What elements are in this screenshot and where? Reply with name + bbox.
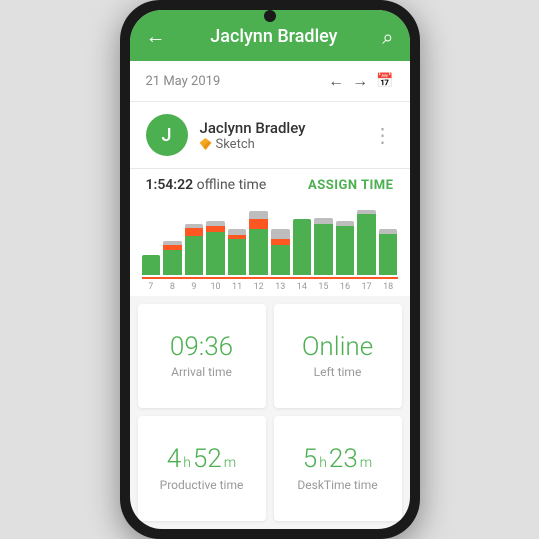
- stats-bar: 1:54:22 offline time ASSIGN TIME: [130, 169, 410, 201]
- user-details: Jaclynn Bradley Sketch: [200, 119, 306, 152]
- bar-group: [163, 210, 182, 275]
- phone-screen: ← Jaclynn Bradley ⌕ 21 May 2019 ← → 📅 J …: [130, 10, 410, 529]
- bar-group: [357, 210, 376, 275]
- chart-label: 18: [379, 282, 398, 292]
- prev-date-button[interactable]: ←: [328, 71, 344, 91]
- back-icon[interactable]: ←: [146, 24, 166, 49]
- chart-label: 13: [271, 282, 290, 292]
- chart-labels: 789101112131415161718: [142, 279, 398, 292]
- bar-group: [206, 210, 225, 275]
- info-card-productive: 4h 52m Productive time: [138, 416, 266, 521]
- bar-group: [271, 210, 290, 275]
- card-minutes-unit-productive: m: [224, 455, 236, 471]
- bar-group: [249, 210, 268, 275]
- card-label-online: Left time: [314, 365, 362, 379]
- card-value-row-productive: 4h 52m: [167, 444, 236, 474]
- chart-label: 9: [185, 282, 204, 292]
- card-hours-unit-desktime: h: [319, 455, 327, 471]
- bar-group: [314, 210, 333, 275]
- offline-time-label: 1:54:22 offline time: [146, 177, 267, 193]
- phone-frame: ← Jaclynn Bradley ⌕ 21 May 2019 ← → 📅 J …: [120, 0, 420, 539]
- sketch-icon: [200, 138, 212, 150]
- card-label-arrival: Arrival time: [171, 365, 232, 379]
- bar-group: [293, 210, 312, 275]
- info-card-arrival: 09:36 Arrival time: [138, 304, 266, 408]
- chart-label: 7: [142, 282, 161, 292]
- card-minutes-desktime: 23: [329, 444, 358, 474]
- next-date-button[interactable]: →: [352, 71, 368, 91]
- chart-label: 15: [314, 282, 333, 292]
- page-title: Jaclynn Bradley: [210, 26, 337, 47]
- notch: [264, 10, 276, 22]
- chart-label: 12: [249, 282, 268, 292]
- card-label-productive: Productive time: [160, 478, 244, 492]
- bar-group: [336, 210, 355, 275]
- card-value-arrival: 09:36: [170, 333, 233, 362]
- calendar-icon[interactable]: 📅: [376, 73, 393, 89]
- role-label: Sketch: [216, 137, 255, 152]
- date-nav: ← → 📅: [328, 71, 393, 91]
- user-card: J Jaclynn Bradley Sketch ⋮: [130, 102, 410, 169]
- chart-label: 14: [293, 282, 312, 292]
- chart-label: 17: [357, 282, 376, 292]
- chart-container: 789101112131415161718: [130, 201, 410, 296]
- bar-group: [142, 210, 161, 275]
- user-role: Sketch: [200, 137, 306, 152]
- assign-time-button[interactable]: ASSIGN TIME: [308, 178, 394, 193]
- card-hours-unit-productive: h: [183, 455, 191, 471]
- info-card-desktime: 5h 23m DeskTime time: [274, 416, 402, 521]
- card-value-row-desktime: 5h 23m: [303, 444, 372, 474]
- bar-group: [228, 210, 247, 275]
- avatar: J: [146, 114, 188, 156]
- more-options-button[interactable]: ⋮: [373, 123, 394, 147]
- chart-label: 10: [206, 282, 225, 292]
- card-value-online: Online: [302, 333, 373, 362]
- info-grid: 09:36Arrival timeOnlineLeft time4h 52mPr…: [130, 296, 410, 529]
- search-icon[interactable]: ⌕: [382, 25, 393, 49]
- info-card-online: Online Left time: [274, 304, 402, 408]
- card-hours-desktime: 5: [303, 444, 317, 474]
- date-label: 21 May 2019: [146, 74, 221, 89]
- card-label-desktime: DeskTime time: [297, 478, 377, 492]
- bar-chart: [142, 209, 398, 279]
- card-minutes-unit-desktime: m: [360, 455, 372, 471]
- bar-group: [185, 210, 204, 275]
- card-minutes-productive: 52: [193, 444, 222, 474]
- chart-label: 8: [163, 282, 182, 292]
- chart-label: 16: [336, 282, 355, 292]
- chart-label: 11: [228, 282, 247, 292]
- user-info: J Jaclynn Bradley Sketch: [146, 114, 306, 156]
- card-hours-productive: 4: [167, 444, 181, 474]
- user-name: Jaclynn Bradley: [200, 119, 306, 137]
- date-bar: 21 May 2019 ← → 📅: [130, 61, 410, 102]
- bar-group: [379, 210, 398, 275]
